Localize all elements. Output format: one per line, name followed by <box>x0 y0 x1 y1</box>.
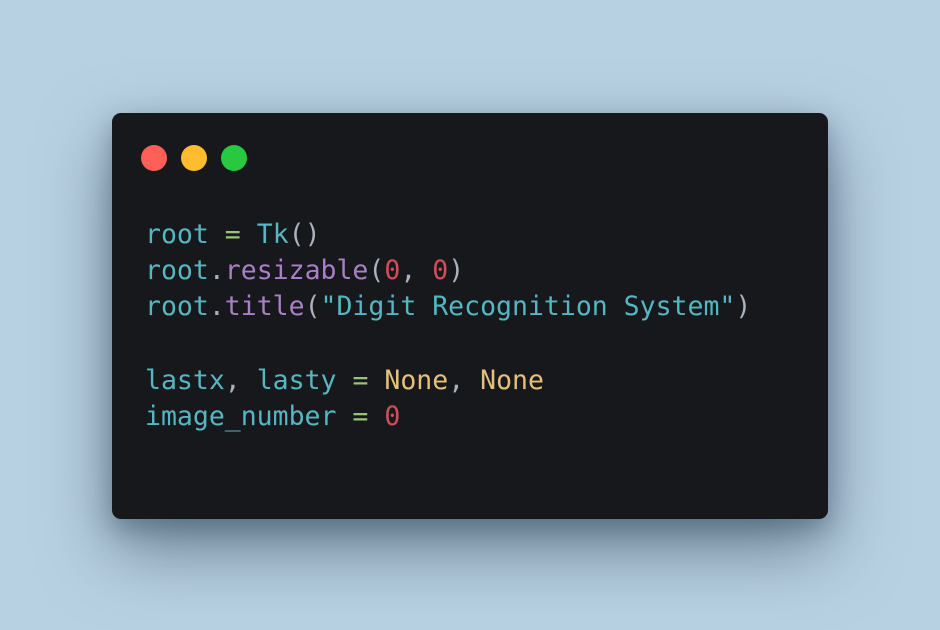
code-token: image_number <box>145 401 337 432</box>
code-token: ) <box>735 291 752 322</box>
code-token: ( <box>368 255 385 286</box>
code-line-5: image_number = 0 <box>145 399 751 435</box>
code-block: root = Tk() root.resizable(0, 0) root.titl… <box>145 217 751 435</box>
code-token: 0 <box>432 255 449 286</box>
code-token: , <box>400 255 433 286</box>
maximize-button[interactable] <box>221 145 247 171</box>
code-token: . <box>208 255 225 286</box>
code-line-3: root.title("Digit Recognition System") <box>145 289 751 325</box>
code-token: "Digit Recognition System" <box>320 291 736 322</box>
minimize-button[interactable] <box>181 145 207 171</box>
close-button[interactable] <box>141 145 167 171</box>
code-token: , <box>448 365 481 396</box>
code-token: resizable <box>224 255 369 286</box>
code-token: ) <box>448 255 465 286</box>
code-token: 0 <box>384 255 401 286</box>
code-token: = <box>352 401 369 432</box>
code-token: lastx <box>145 365 225 396</box>
code-token: None <box>480 365 544 396</box>
code-token: root <box>145 291 209 322</box>
code-token: 0 <box>384 401 401 432</box>
code-token: lasty <box>256 365 337 396</box>
code-token: ( <box>304 291 321 322</box>
code-line-1: root = Tk() <box>145 217 751 253</box>
window-controls <box>141 145 247 171</box>
code-token: , <box>224 365 257 396</box>
code-token: = <box>224 219 241 250</box>
code-token: . <box>208 291 225 322</box>
code-token: root <box>145 255 209 286</box>
code-token: Tk <box>256 219 289 250</box>
code-line-4: lastx, lasty = None, None <box>145 363 751 399</box>
code-line-2: root.resizable(0, 0) <box>145 253 751 289</box>
code-token: root <box>145 219 209 250</box>
code-window: root = Tk() root.resizable(0, 0) root.titl… <box>112 113 828 519</box>
code-token: () <box>288 219 321 250</box>
code-token: None <box>384 365 449 396</box>
code-token: = <box>352 365 369 396</box>
code-token: title <box>224 291 305 322</box>
